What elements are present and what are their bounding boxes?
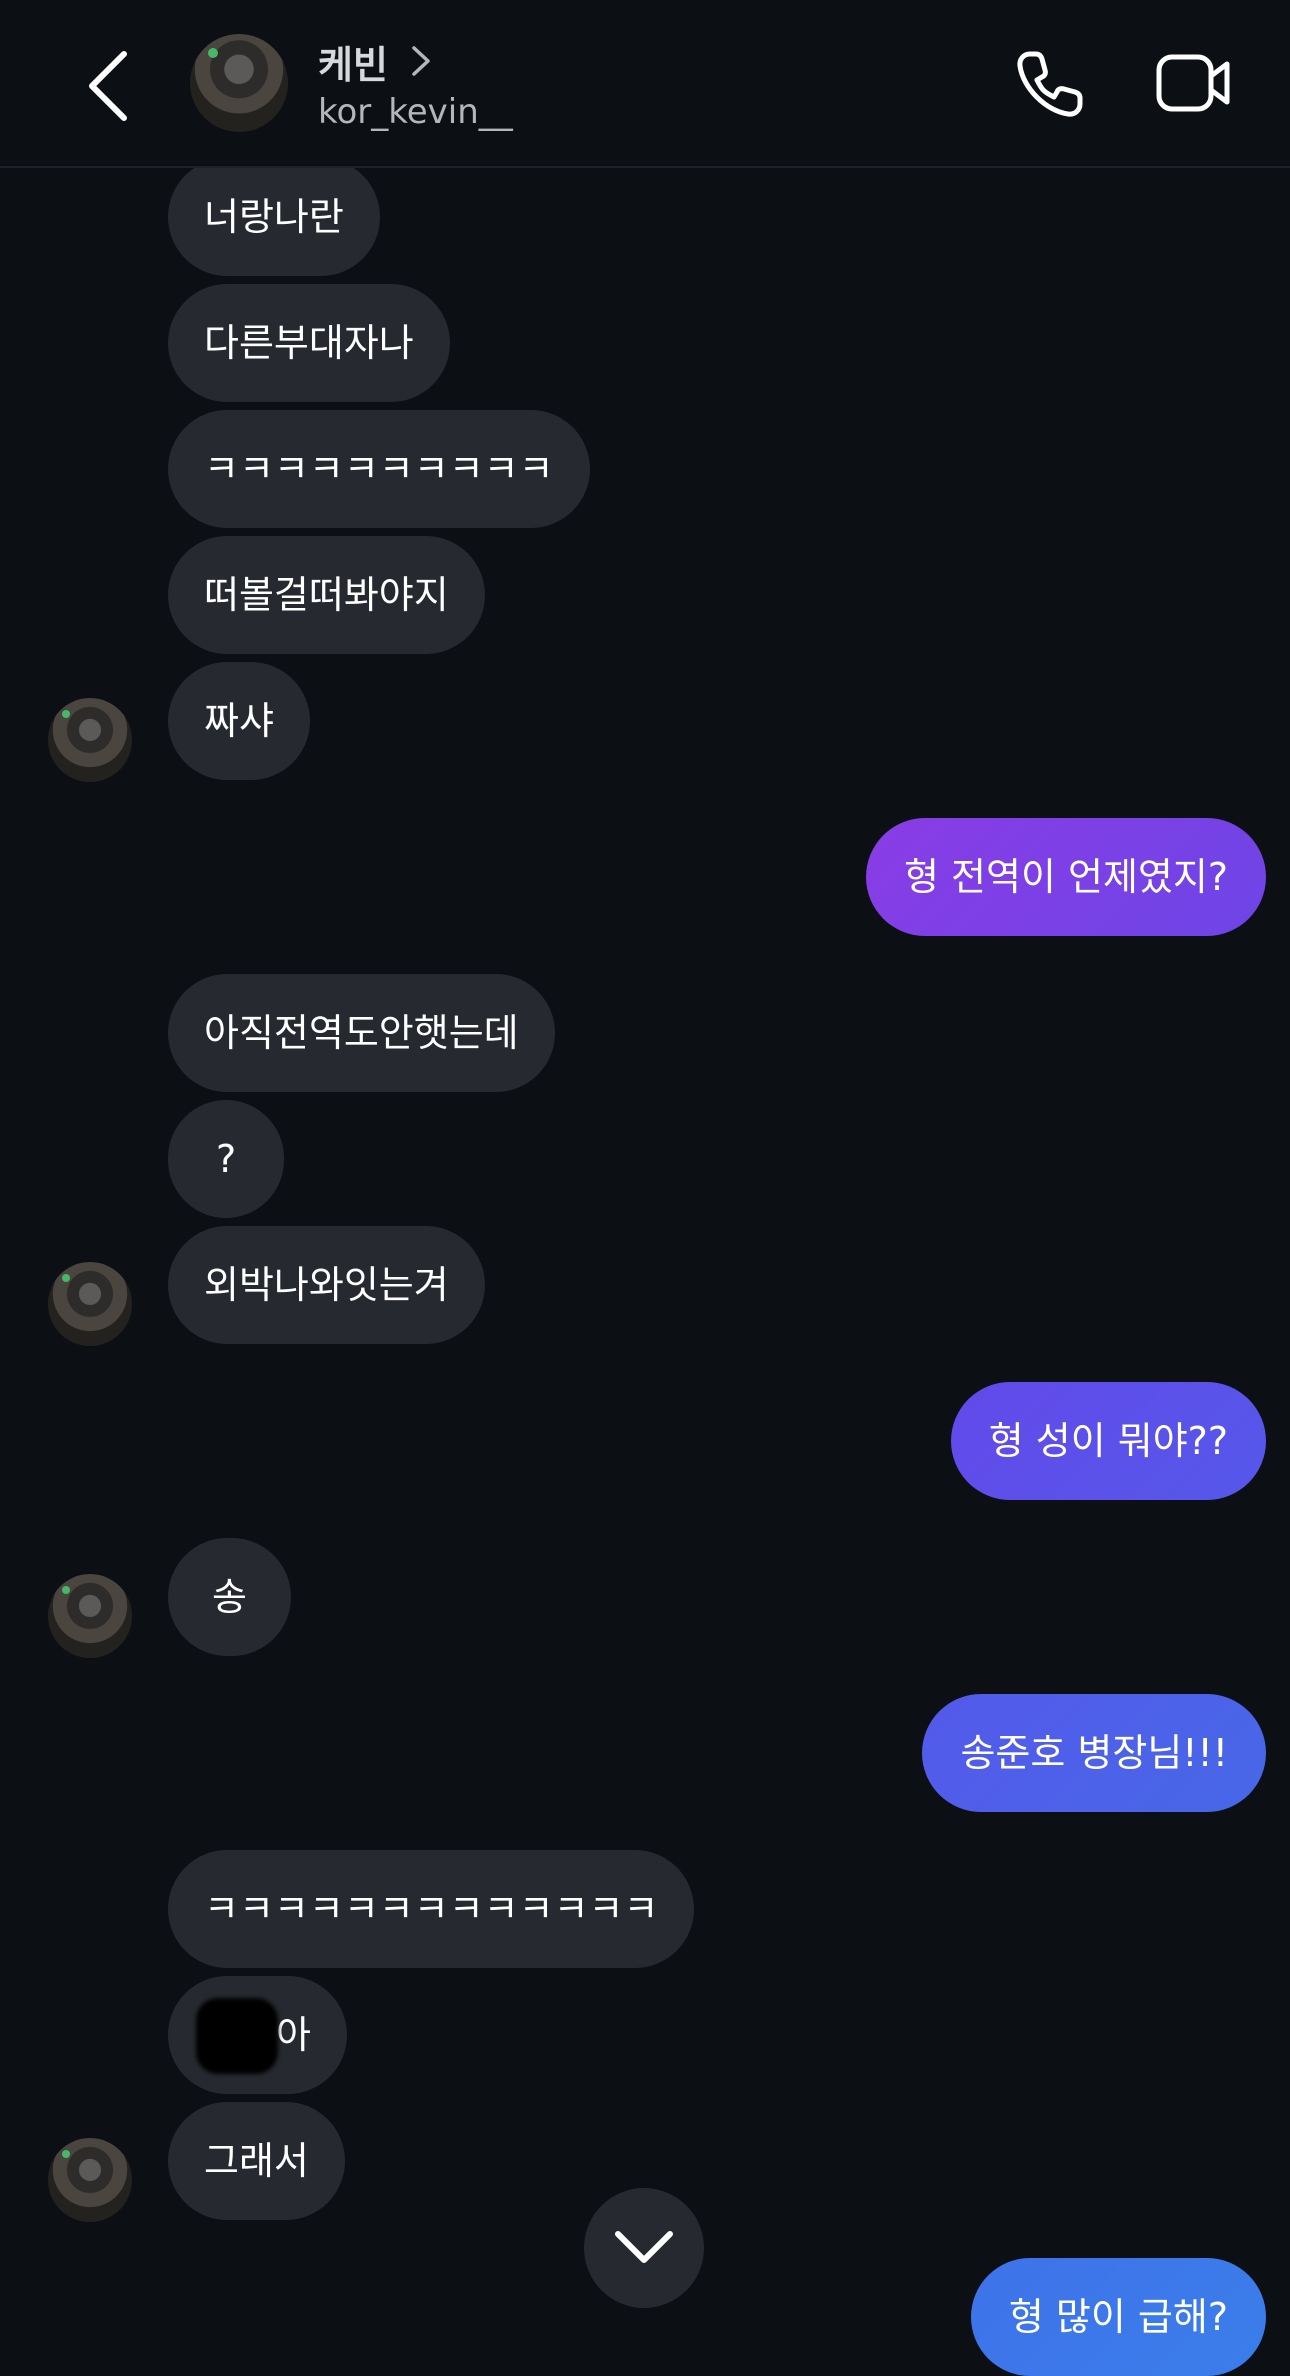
online-dot (62, 1586, 70, 1594)
redacted-text (196, 1998, 278, 2074)
incoming-message[interactable]: 짜샤 (168, 662, 310, 780)
contact-username[interactable]: kor_kevin__ (318, 92, 513, 132)
sender-avatar[interactable] (48, 2138, 132, 2222)
online-dot (62, 710, 70, 718)
contact-avatar[interactable] (190, 34, 288, 132)
contact-name[interactable]: 케빈 (318, 34, 388, 89)
incoming-message[interactable]: 그래서 (168, 2102, 345, 2220)
incoming-message[interactable]: 아 (168, 1976, 347, 2094)
incoming-message[interactable]: ? (168, 1100, 285, 1218)
sender-avatar[interactable] (48, 1574, 132, 1658)
message-text: 아 (276, 2013, 311, 2057)
online-dot (208, 48, 218, 58)
outgoing-message[interactable]: 송준호 병장님!!! (922, 1694, 1266, 1812)
incoming-message[interactable]: 송 (168, 1538, 291, 1656)
online-dot (62, 1274, 70, 1282)
outgoing-message[interactable]: 형 많이 급해? (970, 2258, 1266, 2376)
sender-avatar[interactable] (48, 1262, 132, 1346)
incoming-message[interactable]: ㅋㅋㅋㅋㅋㅋㅋㅋㅋㅋ (168, 410, 590, 528)
video-camera-icon[interactable] (1156, 52, 1232, 114)
incoming-message[interactable]: 떠볼걸떠봐야지 (168, 536, 485, 654)
incoming-message[interactable]: 외박나와잇는겨 (168, 1226, 485, 1344)
incoming-message[interactable]: 다른부대자나 (168, 284, 450, 402)
back-icon[interactable] (80, 46, 136, 126)
incoming-message[interactable]: 아직전역도안햇는데 (168, 974, 555, 1092)
chat-header: 케빈 kor_kevin__ (0, 0, 1290, 168)
outgoing-message[interactable]: 형 전역이 언제였지? (865, 818, 1266, 936)
incoming-message[interactable]: 너랑나란 (168, 158, 380, 276)
scroll-to-bottom-button[interactable] (584, 2188, 704, 2308)
online-dot (62, 2150, 70, 2158)
phone-icon[interactable] (1014, 48, 1086, 120)
incoming-message[interactable]: ㅋㅋㅋㅋㅋㅋㅋㅋㅋㅋㅋㅋㅋ (168, 1850, 695, 1968)
chevron-right-icon[interactable] (410, 44, 432, 78)
outgoing-message[interactable]: 형 성이 뭐야?? (950, 1382, 1266, 1500)
chevron-down-icon (615, 2231, 673, 2263)
sender-avatar[interactable] (48, 698, 132, 782)
